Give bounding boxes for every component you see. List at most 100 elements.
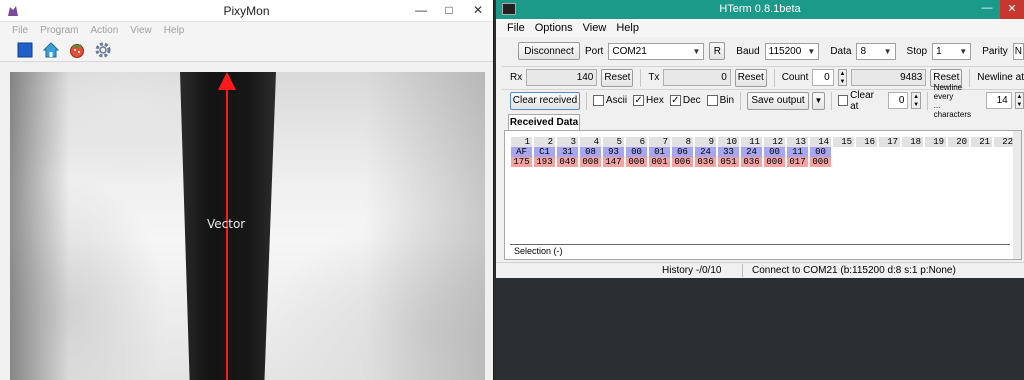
menu-program[interactable]: Program xyxy=(34,25,84,36)
chevron-down-icon: ▼ xyxy=(883,46,892,56)
dec-cell: 001 xyxy=(649,157,670,167)
tab-received-data[interactable]: Received Data xyxy=(508,114,580,130)
column-header: 13 xyxy=(787,137,808,147)
baud-label: Baud xyxy=(736,45,760,57)
rx-reset-button[interactable]: Reset xyxy=(601,68,634,87)
newline-every-input[interactable]: 14 xyxy=(985,92,1012,109)
hterm-title: HTerm 0.8.1beta xyxy=(719,3,801,15)
dec-cell: 036 xyxy=(695,157,716,167)
stop-select[interactable]: 1 ▼ xyxy=(932,42,972,60)
close-button[interactable]: ✕ xyxy=(462,0,494,22)
dec-cell: 193 xyxy=(534,157,555,167)
hex-cell: 00 xyxy=(810,147,831,157)
stop-icon[interactable] xyxy=(16,41,34,59)
bin-checkbox[interactable]: Bin xyxy=(706,95,734,106)
newline-every-spinner[interactable]: ▲ ▼ xyxy=(1014,92,1024,109)
ascii-label: Ascii xyxy=(605,95,628,106)
column-header: 22 xyxy=(994,137,1015,147)
dec-cell: 175 xyxy=(511,157,532,167)
menu-help[interactable]: Help xyxy=(158,25,191,36)
tx-reset-button[interactable]: Reset xyxy=(734,68,767,87)
up-arrow-icon[interactable]: ▲ xyxy=(1016,93,1023,101)
vertical-scrollbar[interactable] xyxy=(1013,131,1021,259)
hex-cell: 33 xyxy=(718,147,739,157)
hex-row: AF C1 31 08 93 00 01 06 24 33 24 00 11 00 xyxy=(511,147,1017,157)
minimize-button[interactable]: — xyxy=(974,0,1000,19)
menu-help[interactable]: Help xyxy=(611,22,644,34)
disconnect-button[interactable]: Disconnect xyxy=(518,42,580,60)
dec-row: 175 193 049 008 147 000 001 006 036 051 036 000 017 0… xyxy=(511,157,1017,167)
clear-at-box[interactable] xyxy=(837,95,849,106)
maximize-button[interactable]: □ xyxy=(434,0,464,22)
data-select[interactable]: 8 ▼ xyxy=(856,42,896,60)
hex-cell: 24 xyxy=(741,147,762,157)
chevron-down-icon: ▼ xyxy=(959,46,968,56)
column-header: 15 xyxy=(833,137,854,147)
clear-received-button[interactable]: Clear received xyxy=(510,91,580,110)
data-label: Data xyxy=(830,45,852,57)
save-output-dropdown[interactable]: ▼ xyxy=(812,91,825,110)
hex-cell: C1 xyxy=(534,147,555,157)
history-status: History -/0/10 xyxy=(662,265,722,276)
minimize-button[interactable]: — xyxy=(406,0,436,22)
column-header: 19 xyxy=(925,137,946,147)
down-arrow-icon[interactable]: ▼ xyxy=(839,78,847,86)
port-value: COM21 xyxy=(612,45,647,57)
pixymon-window: PixyMon — □ ✕ File Program Action View H… xyxy=(0,0,494,380)
ascii-box[interactable] xyxy=(592,95,604,106)
divider xyxy=(586,91,587,110)
divider xyxy=(742,264,743,277)
clear-at-spinner[interactable]: ▲ ▼ xyxy=(911,92,921,109)
divider xyxy=(740,91,742,110)
close-button[interactable]: ✕ xyxy=(1000,0,1024,19)
column-header: 11 xyxy=(741,137,762,147)
checkmark-icon[interactable]: ✓ xyxy=(633,95,645,106)
menu-view[interactable]: View xyxy=(124,25,158,36)
hex-cell: 08 xyxy=(580,147,601,157)
clear-at-input[interactable]: 0 xyxy=(887,92,909,109)
baud-select[interactable]: 115200 ▼ xyxy=(764,42,820,60)
hex-cell: 93 xyxy=(603,147,624,157)
hex-cell: 31 xyxy=(557,147,578,157)
hex-cell: 11 xyxy=(787,147,808,157)
dec-cell: 147 xyxy=(603,157,624,167)
tx-counter: 0 xyxy=(663,69,731,86)
column-header: 12 xyxy=(764,137,785,147)
connection-status: Connect to COM21 (b:115200 d:8 s:1 p:Non… xyxy=(752,265,956,276)
dec-cell: 051 xyxy=(718,157,739,167)
port-select[interactable]: COM21 ▼ xyxy=(608,42,705,60)
save-output-button[interactable]: Save output xyxy=(747,91,810,110)
dec-checkbox[interactable]: ✓ Dec xyxy=(669,95,701,106)
count-input[interactable]: 0 xyxy=(812,69,834,86)
bin-box[interactable] xyxy=(706,95,718,106)
ascii-checkbox[interactable]: Ascii xyxy=(592,95,628,106)
divider xyxy=(640,68,642,87)
hterm-menubar: File Options View Help xyxy=(496,19,1024,37)
menu-file[interactable]: File xyxy=(502,22,530,34)
clear-at-checkbox[interactable]: Clear at xyxy=(837,90,882,112)
camera-video-view[interactable]: Vector xyxy=(10,72,485,380)
checkmark-icon[interactable]: ✓ xyxy=(669,95,681,106)
menu-view[interactable]: View xyxy=(578,22,612,34)
down-arrow-icon[interactable]: ▼ xyxy=(1016,101,1023,109)
parity-select[interactable]: N xyxy=(1012,42,1024,60)
raspberry-icon[interactable] xyxy=(68,41,86,59)
dec-cell: 008 xyxy=(580,157,601,167)
chevron-down-icon: ▼ xyxy=(692,46,701,56)
up-arrow-icon[interactable]: ▲ xyxy=(839,70,847,78)
refresh-ports-button[interactable]: R xyxy=(709,42,726,60)
received-data-panel[interactable]: 1 2 3 4 5 6 7 8 9 10 11 12 13 14 15 16 17 18 19 20 21 22 AF C1… xyxy=(504,130,1022,260)
menu-file[interactable]: File xyxy=(6,25,34,36)
home-icon[interactable] xyxy=(42,41,60,59)
count-label: Count xyxy=(781,72,809,83)
up-arrow-icon[interactable]: ▲ xyxy=(912,93,919,101)
dec-cell: 017 xyxy=(787,157,808,167)
gear-icon[interactable] xyxy=(94,41,112,59)
newline-at-label: Newline at xyxy=(977,72,1024,83)
menu-action[interactable]: Action xyxy=(84,25,124,36)
down-arrow-icon[interactable]: ▼ xyxy=(912,101,919,109)
hex-checkbox[interactable]: ✓ Hex xyxy=(633,95,664,106)
column-header: 6 xyxy=(626,137,647,147)
menu-options[interactable]: Options xyxy=(530,22,578,34)
count-spinner[interactable]: ▲ ▼ xyxy=(837,69,848,86)
